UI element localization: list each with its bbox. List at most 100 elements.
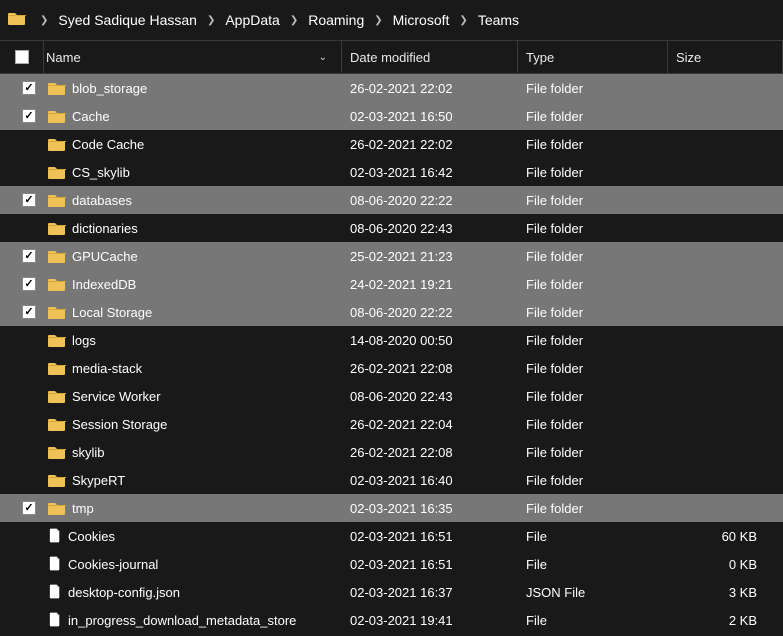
list-item[interactable]: CS_skylib02-03-2021 16:42File folder bbox=[0, 158, 783, 186]
row-checkbox-cell[interactable] bbox=[0, 473, 44, 487]
row-checkbox-cell[interactable] bbox=[0, 165, 44, 179]
row-checkbox-cell[interactable] bbox=[0, 109, 44, 123]
row-name-cell[interactable]: IndexedDB bbox=[44, 277, 342, 292]
row-name-cell[interactable]: Cookies bbox=[44, 528, 342, 544]
row-name-cell[interactable]: tmp bbox=[44, 501, 342, 516]
row-checkbox[interactable] bbox=[22, 249, 36, 263]
column-header-size[interactable]: Size bbox=[668, 41, 783, 73]
breadcrumb-item[interactable]: Syed Sadique Hassan bbox=[58, 12, 197, 28]
row-checkbox-cell[interactable] bbox=[0, 557, 44, 571]
column-header-type-label: Type bbox=[526, 50, 554, 65]
list-item[interactable]: logs14-08-2020 00:50File folder bbox=[0, 326, 783, 354]
list-item[interactable]: blob_storage26-02-2021 22:02File folder bbox=[0, 74, 783, 102]
row-checkbox-cell[interactable] bbox=[0, 137, 44, 151]
list-item[interactable]: Cookies-journal02-03-2021 16:51File0 KB bbox=[0, 550, 783, 578]
row-name-cell[interactable]: desktop-config.json bbox=[44, 584, 342, 600]
row-checkbox-cell[interactable] bbox=[0, 249, 44, 263]
row-checkbox[interactable] bbox=[22, 81, 36, 95]
folder-icon bbox=[48, 389, 66, 403]
breadcrumb-item[interactable]: Microsoft bbox=[393, 12, 450, 28]
row-type-cell: File folder bbox=[518, 165, 668, 180]
list-item[interactable]: tmp02-03-2021 16:35File folder bbox=[0, 494, 783, 522]
list-item[interactable]: SkypeRT02-03-2021 16:40File folder bbox=[0, 466, 783, 494]
row-checkbox-cell[interactable] bbox=[0, 193, 44, 207]
row-name-label: GPUCache bbox=[72, 249, 138, 264]
row-name-label: Session Storage bbox=[72, 417, 167, 432]
folder-icon bbox=[48, 501, 66, 515]
row-checkbox-cell[interactable] bbox=[0, 277, 44, 291]
chevron-right-icon[interactable]: ❯ bbox=[370, 15, 386, 26]
list-item[interactable]: IndexedDB24-02-2021 19:21File folder bbox=[0, 270, 783, 298]
chevron-right-icon[interactable]: ❯ bbox=[203, 15, 219, 26]
row-date-cell: 02-03-2021 16:42 bbox=[342, 165, 518, 180]
row-checkbox-cell[interactable] bbox=[0, 333, 44, 347]
row-name-cell[interactable]: Cookies-journal bbox=[44, 556, 342, 572]
row-checkbox-cell[interactable] bbox=[0, 445, 44, 459]
row-checkbox-cell[interactable] bbox=[0, 529, 44, 543]
row-size-cell: 60 KB bbox=[668, 529, 783, 544]
row-name-cell[interactable]: in_progress_download_metadata_store bbox=[44, 612, 342, 628]
list-item[interactable]: media-stack26-02-2021 22:08File folder bbox=[0, 354, 783, 382]
list-item[interactable]: skylib26-02-2021 22:08File folder bbox=[0, 438, 783, 466]
column-header-name[interactable]: Name ⌄ bbox=[44, 41, 342, 73]
row-checkbox-cell[interactable] bbox=[0, 613, 44, 627]
chevron-right-icon[interactable]: ❯ bbox=[455, 15, 471, 26]
list-item[interactable]: GPUCache25-02-2021 21:23File folder bbox=[0, 242, 783, 270]
list-item[interactable]: Service Worker08-06-2020 22:43File folde… bbox=[0, 382, 783, 410]
column-header-date[interactable]: Date modified bbox=[342, 41, 518, 73]
row-checkbox[interactable] bbox=[22, 193, 36, 207]
list-item[interactable]: desktop-config.json02-03-2021 16:37JSON … bbox=[0, 578, 783, 606]
row-checkbox-cell[interactable] bbox=[0, 501, 44, 515]
row-name-cell[interactable]: media-stack bbox=[44, 361, 342, 376]
row-checkbox-cell[interactable] bbox=[0, 417, 44, 431]
row-checkbox-cell[interactable] bbox=[0, 81, 44, 95]
row-checkbox-cell[interactable] bbox=[0, 389, 44, 403]
chevron-right-icon[interactable]: ❯ bbox=[36, 15, 52, 26]
row-checkbox[interactable] bbox=[22, 501, 36, 515]
list-item[interactable]: Session Storage26-02-2021 22:04File fold… bbox=[0, 410, 783, 438]
row-checkbox[interactable] bbox=[22, 305, 36, 319]
row-date-cell: 24-02-2021 19:21 bbox=[342, 277, 518, 292]
row-name-cell[interactable]: Local Storage bbox=[44, 305, 342, 320]
row-name-cell[interactable]: CS_skylib bbox=[44, 165, 342, 180]
list-item[interactable]: Cache02-03-2021 16:50File folder bbox=[0, 102, 783, 130]
row-date-cell: 08-06-2020 22:43 bbox=[342, 221, 518, 236]
row-type-cell: File folder bbox=[518, 249, 668, 264]
row-name-cell[interactable]: Session Storage bbox=[44, 417, 342, 432]
list-item[interactable]: Cookies02-03-2021 16:51File60 KB bbox=[0, 522, 783, 550]
list-item[interactable]: Local Storage08-06-2020 22:22File folder bbox=[0, 298, 783, 326]
row-type-cell: File folder bbox=[518, 81, 668, 96]
row-checkbox-cell[interactable] bbox=[0, 361, 44, 375]
row-name-cell[interactable]: blob_storage bbox=[44, 81, 342, 96]
row-date-cell: 08-06-2020 22:43 bbox=[342, 389, 518, 404]
breadcrumb-item[interactable]: AppData bbox=[225, 12, 279, 28]
breadcrumb-item[interactable]: Teams bbox=[478, 12, 519, 28]
row-checkbox-cell[interactable] bbox=[0, 221, 44, 235]
row-name-cell[interactable]: Cache bbox=[44, 109, 342, 124]
row-name-cell[interactable]: SkypeRT bbox=[44, 473, 342, 488]
row-name-cell[interactable]: dictionaries bbox=[44, 221, 342, 236]
breadcrumb-item[interactable]: Roaming bbox=[308, 12, 364, 28]
list-item[interactable]: databases08-06-2020 22:22File folder bbox=[0, 186, 783, 214]
row-checkbox-cell[interactable] bbox=[0, 305, 44, 319]
row-name-cell[interactable]: Code Cache bbox=[44, 137, 342, 152]
row-checkbox[interactable] bbox=[22, 277, 36, 291]
row-date-cell: 26-02-2021 22:08 bbox=[342, 445, 518, 460]
row-date-cell: 26-02-2021 22:02 bbox=[342, 81, 518, 96]
list-item[interactable]: Code Cache26-02-2021 22:02File folder bbox=[0, 130, 783, 158]
header-checkbox-cell[interactable] bbox=[0, 41, 44, 73]
column-header-type[interactable]: Type bbox=[518, 41, 668, 73]
row-name-cell[interactable]: skylib bbox=[44, 445, 342, 460]
row-name-cell[interactable]: logs bbox=[44, 333, 342, 348]
row-type-cell: File folder bbox=[518, 277, 668, 292]
row-date-cell: 08-06-2020 22:22 bbox=[342, 305, 518, 320]
list-item[interactable]: in_progress_download_metadata_store02-03… bbox=[0, 606, 783, 634]
row-name-cell[interactable]: GPUCache bbox=[44, 249, 342, 264]
chevron-right-icon[interactable]: ❯ bbox=[286, 15, 302, 26]
list-item[interactable]: dictionaries08-06-2020 22:43File folder bbox=[0, 214, 783, 242]
row-name-cell[interactable]: databases bbox=[44, 193, 342, 208]
select-all-checkbox[interactable] bbox=[15, 50, 29, 64]
row-name-cell[interactable]: Service Worker bbox=[44, 389, 342, 404]
row-checkbox[interactable] bbox=[22, 109, 36, 123]
row-checkbox-cell[interactable] bbox=[0, 585, 44, 599]
